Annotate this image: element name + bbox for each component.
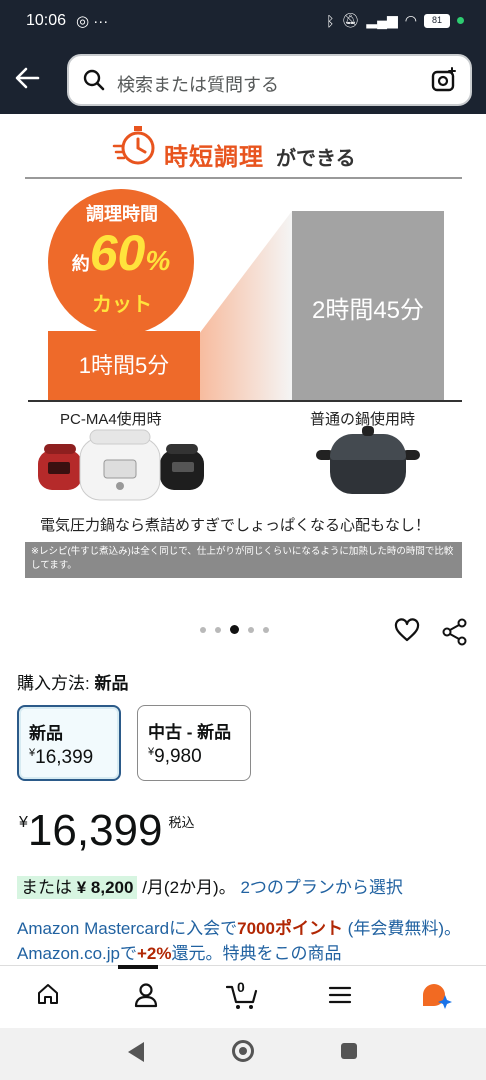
- battery-icon: 81: [424, 13, 450, 28]
- status-bar: 10:06 ◎ ··· ᛒ 🔕︎ ▂▄▆ ◠ 81: [0, 0, 486, 44]
- option-price: ¥16,399: [29, 747, 93, 769]
- search-input[interactable]: 検索または質問する: [67, 54, 472, 106]
- option-used[interactable]: 中古 - 新品 ¥9,980: [137, 705, 251, 781]
- camera-search-icon[interactable]: [430, 66, 458, 94]
- share-icon[interactable]: [441, 618, 469, 646]
- menu-icon[interactable]: [328, 985, 352, 1005]
- badge-prefix: 約: [71, 254, 90, 274]
- price: ¥16,399 税込: [19, 806, 195, 856]
- promo-text-1: Amazon Mastercardに入会で: [17, 919, 238, 938]
- image-footnote: ※レシピ(牛すじ煮込み)は全く同じで、仕上がりが同じくらいになるように加熱した時…: [25, 542, 462, 578]
- card-promo[interactable]: Amazon Mastercardに入会で7000ポイント (年会費無料)。 A…: [17, 916, 467, 966]
- badge-line1: 調理時間: [86, 204, 158, 224]
- installment-highlight: または ¥ 8,200: [17, 876, 138, 899]
- carousel-indicator: [200, 625, 269, 634]
- search-icon: [83, 69, 105, 91]
- search-header: 検索または質問する: [0, 44, 486, 114]
- installment-plans-link[interactable]: 2つのプランから選択: [240, 878, 402, 897]
- rufus-ai-icon[interactable]: [421, 981, 453, 1011]
- chart-baseline: [28, 400, 462, 402]
- promo-text-3: 還元。特典をこの商品: [171, 944, 342, 963]
- carousel-dot-active: [230, 625, 239, 634]
- stopwatch-icon: [112, 126, 155, 165]
- badge-percent: %: [145, 245, 171, 276]
- installment-prefix: または: [21, 878, 72, 897]
- headline-accent: 時短調理: [164, 144, 264, 171]
- system-home-icon[interactable]: [232, 1040, 254, 1062]
- option-title: 中古 - 新品: [148, 723, 232, 742]
- headline-rest: ができる: [276, 148, 356, 170]
- price-tax-label: 税込: [168, 815, 195, 830]
- purchase-method: 購入方法: 新品: [17, 669, 128, 694]
- pressure-cooker-image: [38, 429, 204, 501]
- wifi-icon: ◠: [404, 12, 417, 28]
- promo-percent: +2%: [137, 944, 172, 963]
- active-tab-marker: [118, 965, 158, 969]
- price-currency: ¥: [19, 814, 28, 831]
- home-icon[interactable]: [36, 982, 60, 1006]
- promo-points: 7000ポイント: [237, 919, 343, 938]
- option-new[interactable]: 新品 ¥16,399: [17, 705, 121, 781]
- back-arrow-icon[interactable]: [12, 63, 42, 93]
- caption-right: 普通の鍋使用時: [310, 411, 416, 428]
- carousel-dot: [248, 626, 254, 633]
- status-icons: ᛒ 🔕︎ ▂▄▆ ◠ 81: [326, 12, 464, 29]
- system-nav-bar: [0, 1028, 486, 1080]
- comparison-wedge: [200, 211, 292, 401]
- badge-pointer: [106, 321, 134, 339]
- system-recents-icon[interactable]: [341, 1043, 357, 1059]
- badge-number: 60: [89, 225, 146, 281]
- carousel-dot: [263, 626, 269, 633]
- heart-icon[interactable]: [394, 618, 420, 644]
- bar-pressure-cooker: 1時間5分: [48, 331, 200, 401]
- banner-title: 時短調理 ができる: [0, 114, 486, 174]
- image-note: 電気圧力鍋なら煮詰めすぎでしょっぱくなる心配もなし！: [40, 517, 431, 534]
- pot-knob: [362, 426, 374, 436]
- mute-icon: 🔕︎: [341, 12, 360, 28]
- divider: [25, 177, 462, 179]
- caption-left: PC-MA4使用時: [60, 411, 162, 428]
- badge-line3: カット: [92, 294, 152, 316]
- option-price: ¥9,980: [148, 746, 202, 768]
- bottom-nav: 0: [0, 965, 486, 1028]
- search-placeholder: 検索または質問する: [117, 75, 279, 95]
- system-back-icon[interactable]: [128, 1042, 144, 1062]
- account-icon[interactable]: [133, 982, 159, 1008]
- option-price-amount: 16,399: [35, 747, 94, 768]
- pot-lid: [330, 434, 406, 460]
- product-image[interactable]: 時短調理 ができる 2時間45分 1時間5分 調理時間 約60% カット PC-…: [0, 114, 486, 604]
- purchase-method-label: 購入方法:: [17, 674, 90, 693]
- option-title: 新品: [29, 724, 63, 743]
- privacy-dot: [457, 17, 464, 24]
- installment-period: /月(2か月)。: [142, 878, 236, 897]
- badge-line2: 約60%: [48, 224, 194, 282]
- notification-icons: ◎ ···: [76, 13, 109, 30]
- option-price-amount: 9,980: [154, 746, 202, 767]
- purchase-method-selected: 新品: [94, 674, 129, 693]
- installment-amount: ¥ 8,200: [76, 878, 134, 897]
- bar-normal-pot: 2時間45分: [292, 211, 444, 401]
- status-time: 10:06: [26, 12, 67, 29]
- carousel-dot: [200, 626, 206, 633]
- price-amount: 16,399: [27, 806, 163, 855]
- signal-icon: ▂▄▆: [366, 12, 398, 28]
- installment-line: または ¥ 8,200 /月(2か月)。 2つのプランから選択: [17, 873, 403, 899]
- normal-pot-image: [330, 454, 406, 494]
- carousel-dot: [215, 626, 221, 633]
- bluetooth-icon: ᛒ: [326, 12, 335, 29]
- cart-count: 0: [237, 979, 245, 995]
